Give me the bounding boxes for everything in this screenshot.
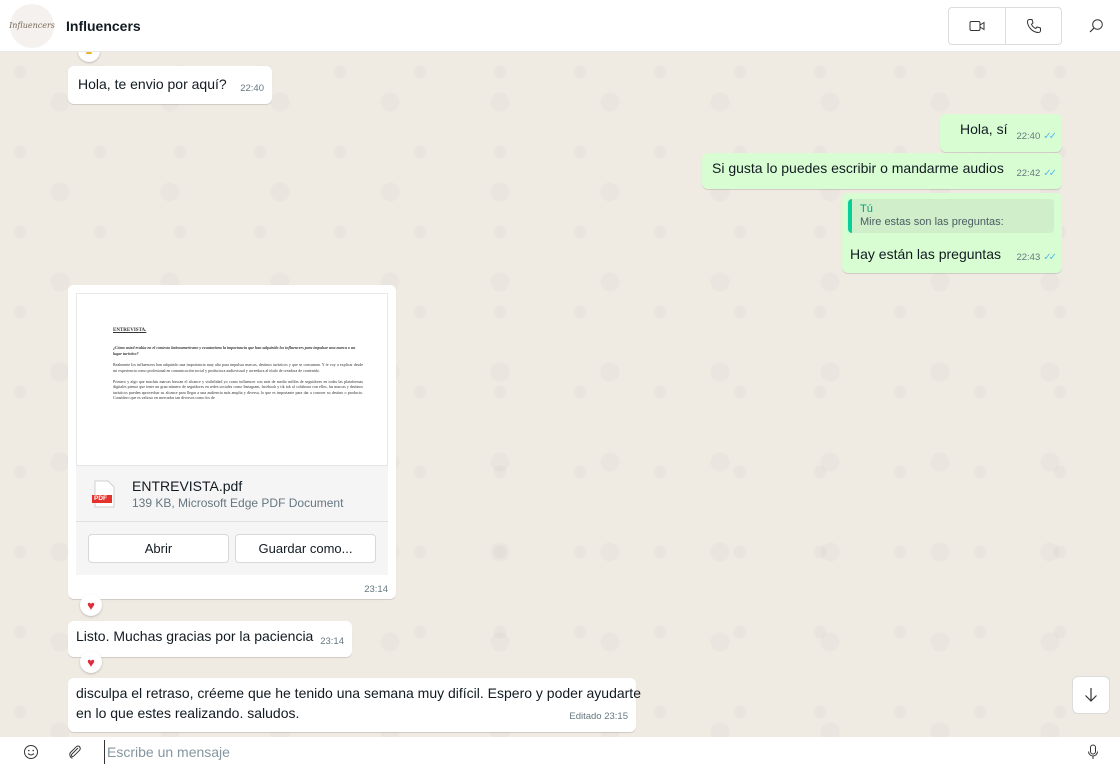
video-camera-icon [969, 21, 985, 31]
message-time: 22:40 ✓✓ [1016, 131, 1057, 142]
file-name: ENTREVISTA.pdf [132, 477, 243, 494]
message-time: 22:40 [240, 83, 264, 94]
message-time: 22:43 ✓✓ [1016, 252, 1057, 263]
open-file-button[interactable]: Abrir [88, 534, 229, 563]
emoji-button[interactable] [16, 737, 46, 767]
scroll-to-bottom-button[interactable] [1072, 676, 1110, 714]
composer-bar [0, 737, 1120, 767]
call-button-group [948, 7, 1062, 45]
file-actions: Abrir Guardar como... [76, 521, 388, 575]
attach-button[interactable] [60, 737, 90, 767]
message-time: 22:42 ✓✓ [1016, 168, 1057, 179]
message-text: Hola, sí [960, 121, 1008, 137]
document-question: ¿Cómo usted evalúa en el contexto latino… [113, 345, 356, 356]
voice-call-button[interactable] [1005, 8, 1061, 44]
search-button[interactable] [1076, 6, 1116, 46]
arrow-down-icon [1085, 688, 1097, 702]
phone-icon [1026, 19, 1041, 34]
heart-reaction[interactable]: ♥ [80, 651, 102, 673]
file-info-bar: PDF ENTREVISTA.pdf 139 KB, Microsoft Edg… [76, 465, 388, 521]
file-info: ENTREVISTA.pdf 139 KB, Microsoft Edge PD… [132, 478, 343, 510]
document-paragraph: Primero y algo que muchas marcas buscan … [113, 379, 363, 401]
emoji-icon [24, 745, 38, 759]
message-input[interactable] [104, 740, 1078, 764]
read-ticks-icon: ✓✓ [1043, 131, 1057, 142]
document-heading: ENTREVISTA. [113, 328, 147, 333]
quoted-text: Mire estas son las preguntas: [860, 216, 1004, 228]
document-page: ENTREVISTA. ¿Cómo usted evalúa en el con… [113, 328, 363, 407]
header-actions [948, 0, 1120, 52]
message-reaction[interactable]: ▲ [78, 52, 100, 62]
document-paragraph: Realmente los influencers han adquirido … [113, 362, 363, 373]
chat-title[interactable]: Influencers [66, 18, 141, 34]
outgoing-message[interactable]: Si gusta lo puedes escribir o mandarme a… [702, 153, 1062, 189]
message-time: 23:14 [364, 584, 388, 595]
message-time: 23:14 [320, 636, 344, 647]
quoted-author: Tú [860, 203, 873, 215]
read-ticks-icon: ✓✓ [1043, 252, 1057, 263]
document-preview[interactable]: ENTREVISTA. ¿Cómo usted evalúa en el con… [76, 293, 388, 465]
outgoing-message[interactable]: Tú Mire estas son las preguntas: Hay est… [842, 193, 1062, 273]
chat-header: Influencers Influencers [0, 0, 1120, 52]
outgoing-message[interactable]: Hola, sí 22:40 ✓✓ [940, 114, 1062, 152]
video-call-button[interactable] [949, 8, 1005, 44]
pdf-file-icon: PDF [92, 480, 116, 508]
message-text: Hola, te envio por aquí? [78, 76, 227, 92]
incoming-message[interactable]: Listo. Muchas gracias por la paciencia 2… [68, 621, 352, 657]
avatar-logo-text: Influencers [9, 21, 55, 30]
file-meta: 139 KB, Microsoft Edge PDF Document [132, 495, 344, 510]
read-ticks-icon: ✓✓ [1043, 168, 1057, 179]
message-text: Listo. Muchas gracias por la paciencia [76, 628, 314, 644]
heart-reaction[interactable]: ♥ [80, 594, 102, 616]
voice-message-button[interactable] [1078, 737, 1108, 767]
quoted-message[interactable]: Tú Mire estas son las preguntas: [848, 199, 1054, 233]
pdf-badge-text: PDF [94, 494, 107, 502]
message-text: Si gusta lo puedes escribir o mandarme a… [712, 160, 1004, 176]
search-icon [1089, 19, 1103, 33]
incoming-message[interactable]: Hola, te envio por aquí? 22:40 [68, 66, 272, 104]
paperclip-icon [69, 745, 81, 759]
message-text: disculpa el retraso, créeme que he tenid… [76, 685, 641, 701]
microphone-icon [1088, 744, 1098, 759]
group-avatar[interactable]: Influencers [9, 3, 55, 48]
message-text: Hay están las preguntas [850, 246, 1001, 262]
document-message[interactable]: ENTREVISTA. ¿Cómo usted evalúa en el con… [68, 285, 396, 599]
message-list[interactable]: ▲ Hola, te envio por aquí? 22:40 Hola, s… [0, 52, 1120, 737]
message-text: en lo que estes realizando. saludos. [76, 705, 300, 721]
incoming-message[interactable]: disculpa el retraso, créeme que he tenid… [68, 678, 641, 732]
message-time: Editado 23:15 [569, 711, 628, 722]
save-as-button[interactable]: Guardar como... [235, 534, 376, 563]
